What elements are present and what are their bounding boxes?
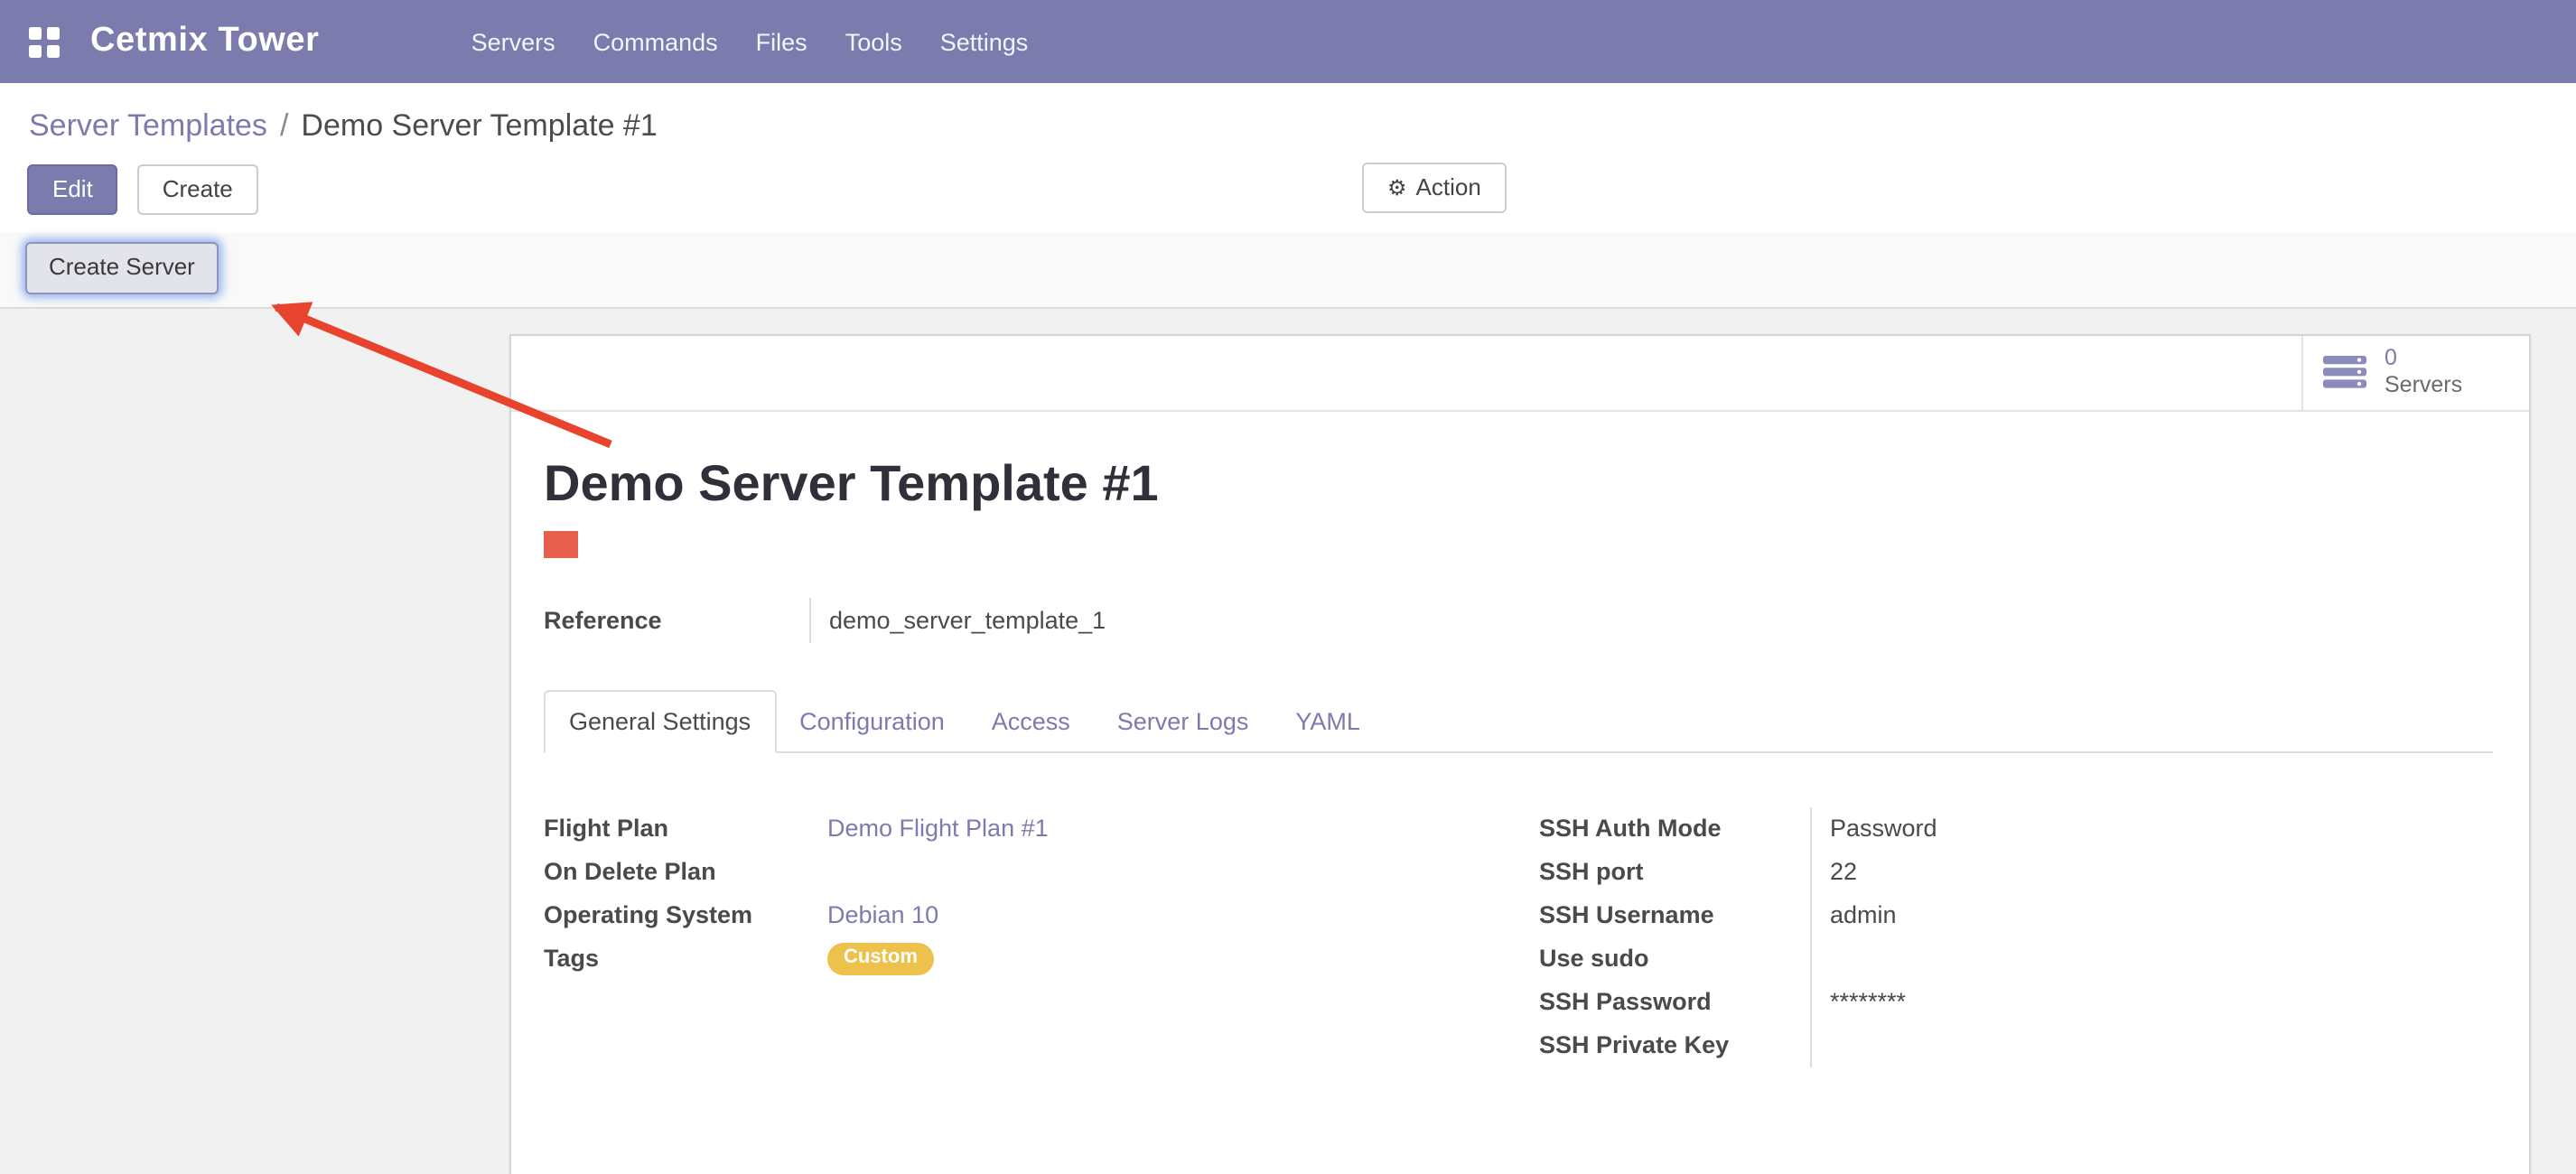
- field-label: SSH Auth Mode: [1539, 806, 1810, 850]
- breadcrumb-current: Demo Server Template #1: [301, 108, 657, 143]
- servers-stat-button[interactable]: 0 Servers: [2301, 335, 2529, 409]
- field-value: [827, 850, 1539, 893]
- tab-server-logs[interactable]: Server Logs: [1094, 691, 1273, 750]
- stat-button-box: 0 Servers: [511, 335, 2529, 411]
- field-label: Flight Plan: [544, 806, 827, 850]
- sheet-body: Demo Server Template #1 Reference demo_s…: [511, 454, 2529, 1067]
- form-sheet: 0 Servers Demo Server Template #1 Refere…: [509, 333, 2531, 1174]
- servers-count: 0: [2385, 345, 2462, 372]
- gear-icon: ⚙: [1387, 175, 1407, 200]
- menu-item-settings[interactable]: Settings: [940, 28, 1029, 55]
- tab-yaml[interactable]: YAML: [1272, 691, 1384, 750]
- control-panel: Server Templates / Demo Server Template #1…: [0, 83, 2576, 308]
- menu-item-tools[interactable]: Tools: [845, 28, 902, 55]
- action-button[interactable]: ⚙ Action: [1362, 163, 1507, 214]
- field-label: SSH Password: [1539, 980, 1810, 1023]
- tab-configuration[interactable]: Configuration: [776, 691, 968, 750]
- menu-item-servers[interactable]: Servers: [471, 28, 555, 55]
- field-row-use-sudo: Use sudo: [1539, 936, 2493, 980]
- breadcrumb: Server Templates / Demo Server Template #1: [0, 83, 2576, 150]
- field-row-ssh-auth-mode: SSH Auth Mode Password: [1539, 806, 2493, 850]
- menu-item-commands[interactable]: Commands: [593, 28, 718, 55]
- field-label: SSH port: [1539, 850, 1810, 893]
- reference-label: Reference: [544, 597, 809, 642]
- tab-access[interactable]: Access: [968, 691, 1094, 750]
- create-button[interactable]: Create: [137, 164, 258, 216]
- tab-general-settings[interactable]: General Settings: [544, 689, 776, 752]
- field-row-ssh-private-key: SSH Private Key: [1539, 1023, 2493, 1067]
- edit-button[interactable]: Edit: [27, 164, 118, 216]
- field-row-ssh-username: SSH Username admin: [1539, 893, 2493, 936]
- field-row-operating-system: Operating System Debian 10: [544, 893, 1539, 936]
- app-window: Cetmix Tower Servers Commands Files Tool…: [0, 0, 2576, 1174]
- flight-plan-link[interactable]: Demo Flight Plan #1: [827, 814, 1049, 841]
- action-button-label: Action: [1416, 173, 1481, 200]
- field-row-ssh-password: SSH Password ********: [1539, 980, 2493, 1023]
- app-brand: Cetmix Tower: [90, 22, 320, 61]
- top-navbar: Cetmix Tower Servers Commands Files Tool…: [0, 0, 2576, 83]
- reference-value: demo_server_template_1: [809, 597, 1106, 642]
- record-title: Demo Server Template #1: [544, 454, 2493, 512]
- stat-text: 0 Servers: [2385, 345, 2462, 399]
- field-value: ********: [1810, 980, 2493, 1023]
- field-groups: Flight Plan Demo Flight Plan #1 On Delet…: [544, 806, 2493, 1067]
- field-label: Tags: [544, 936, 827, 980]
- server-stack-icon: [2323, 356, 2368, 388]
- field-value: 22: [1810, 850, 2493, 893]
- field-group-left: Flight Plan Demo Flight Plan #1 On Delet…: [544, 806, 1539, 1067]
- field-value: [1810, 1023, 2493, 1067]
- breadcrumb-separator: /: [280, 108, 288, 143]
- field-label: SSH Username: [1539, 893, 1810, 936]
- field-label: SSH Private Key: [1539, 1023, 1810, 1067]
- breadcrumb-parent-link[interactable]: Server Templates: [29, 108, 267, 143]
- menu-item-files[interactable]: Files: [756, 28, 807, 55]
- create-server-button[interactable]: Create Server: [25, 243, 219, 294]
- operating-system-link[interactable]: Debian 10: [827, 900, 938, 927]
- field-label: On Delete Plan: [544, 850, 827, 893]
- field-value: admin: [1810, 893, 2493, 936]
- field-row-flight-plan: Flight Plan Demo Flight Plan #1: [544, 806, 1539, 850]
- main-menu: Servers Commands Files Tools Settings: [471, 28, 1029, 55]
- control-panel-buttons: Edit Create ⚙ Action: [0, 150, 2576, 234]
- reference-row: Reference demo_server_template_1: [544, 597, 2493, 642]
- notebook-tabs: General Settings Configuration Access Se…: [544, 689, 2493, 752]
- color-swatch: [544, 530, 578, 557]
- servers-count-label: Servers: [2385, 372, 2462, 399]
- field-value: [1810, 936, 2493, 980]
- apps-grid-icon[interactable]: [29, 26, 60, 57]
- tag-badge: Custom: [827, 943, 934, 975]
- statusbar: Create Server: [0, 234, 2576, 309]
- field-group-right: SSH Auth Mode Password SSH port 22 SSH U…: [1539, 806, 2493, 1067]
- field-label: Use sudo: [1539, 936, 1810, 980]
- field-row-on-delete-plan: On Delete Plan: [544, 850, 1539, 893]
- field-row-tags: Tags Custom: [544, 936, 1539, 980]
- field-value: Password: [1810, 806, 2493, 850]
- field-row-ssh-port: SSH port 22: [1539, 850, 2493, 893]
- field-label: Operating System: [544, 893, 827, 936]
- form-view-content: 0 Servers Demo Server Template #1 Refere…: [0, 308, 2576, 1174]
